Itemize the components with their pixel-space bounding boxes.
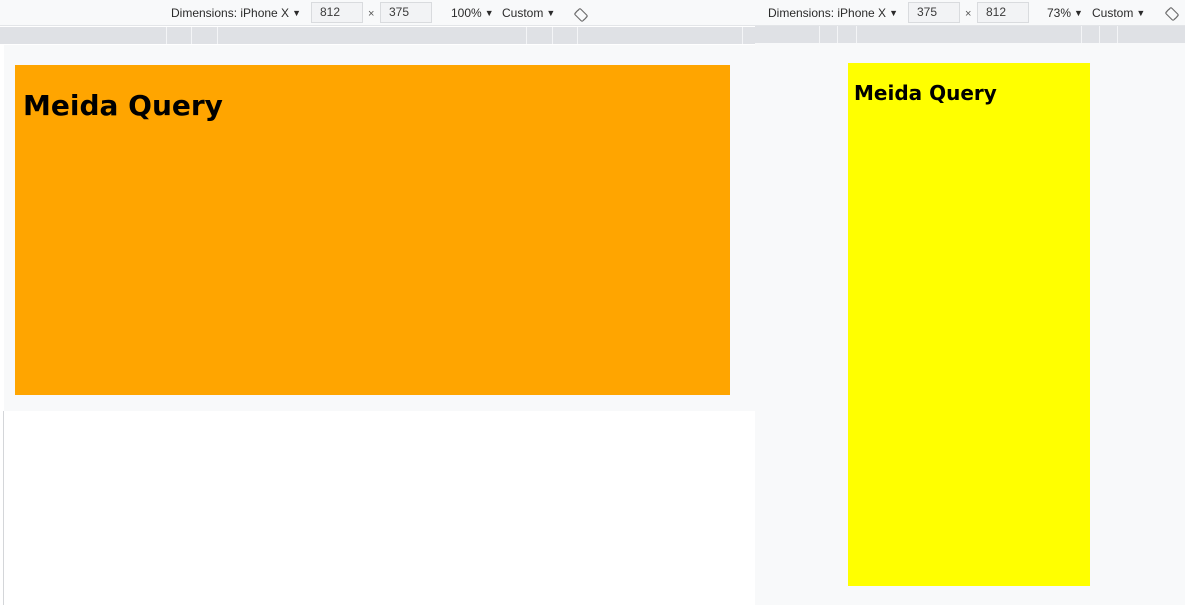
chevron-down-icon: ▼ (1074, 8, 1083, 18)
rotate-icon[interactable] (1165, 4, 1179, 21)
right-device-toolbar: Dimensions: iPhone X ▼ 375 × 812 73% ▼ Cus… (755, 0, 1185, 26)
zoom-select[interactable]: 73% ▼ (1047, 0, 1083, 26)
zoom-select[interactable]: 100% ▼ (451, 0, 494, 26)
chevron-down-icon: ▼ (889, 8, 898, 18)
throttle-label: Custom (1092, 6, 1134, 20)
height-input[interactable]: 375 (380, 2, 432, 23)
chevron-down-icon: ▼ (292, 8, 301, 18)
device-select-label: Dimensions: iPhone X (171, 6, 290, 20)
throttle-label: Custom (502, 6, 544, 20)
devtools-responsive-compare: Dimensions: iPhone X ▼ 812 × 375 100% ▼ Cu… (0, 0, 1185, 605)
left-device-pane: Dimensions: iPhone X ▼ 812 × 375 100% ▼ Cu… (0, 0, 755, 605)
chevron-down-icon: ▼ (1136, 8, 1146, 18)
times-icon: × (368, 8, 375, 20)
divider (3, 411, 4, 605)
chevron-down-icon: ▼ (484, 8, 494, 18)
yellow-content-box: Meida Query (848, 63, 1090, 586)
times-icon: × (965, 8, 972, 20)
right-device-pane: Dimensions: iPhone X ▼ 375 × 812 73% ▼ Cus… (755, 0, 1185, 605)
chevron-down-icon: ▼ (546, 8, 556, 18)
device-select[interactable]: Dimensions: iPhone X ▼ (768, 0, 898, 26)
media-query-bar[interactable] (755, 26, 1185, 43)
throttle-select[interactable]: Custom ▼ (1092, 0, 1145, 26)
page-heading: Meida Query (23, 89, 223, 122)
device-select-label: Dimensions: iPhone X (768, 6, 887, 20)
orange-content-box: Meida Query (15, 65, 730, 395)
device-select[interactable]: Dimensions: iPhone X ▼ (171, 0, 301, 26)
height-input[interactable]: 812 (977, 2, 1029, 23)
left-empty-area (4, 411, 755, 605)
width-input[interactable]: 812 (311, 2, 363, 23)
media-query-bar[interactable] (0, 27, 755, 44)
page-heading: Meida Query (854, 81, 997, 105)
throttle-select[interactable]: Custom ▼ (502, 0, 555, 26)
width-input[interactable]: 375 (908, 2, 960, 23)
rotate-icon[interactable] (574, 5, 588, 22)
zoom-label: 100% (451, 6, 482, 20)
zoom-label: 73% (1047, 6, 1072, 20)
left-device-toolbar: Dimensions: iPhone X ▼ 812 × 375 100% ▼ Cu… (0, 0, 755, 26)
